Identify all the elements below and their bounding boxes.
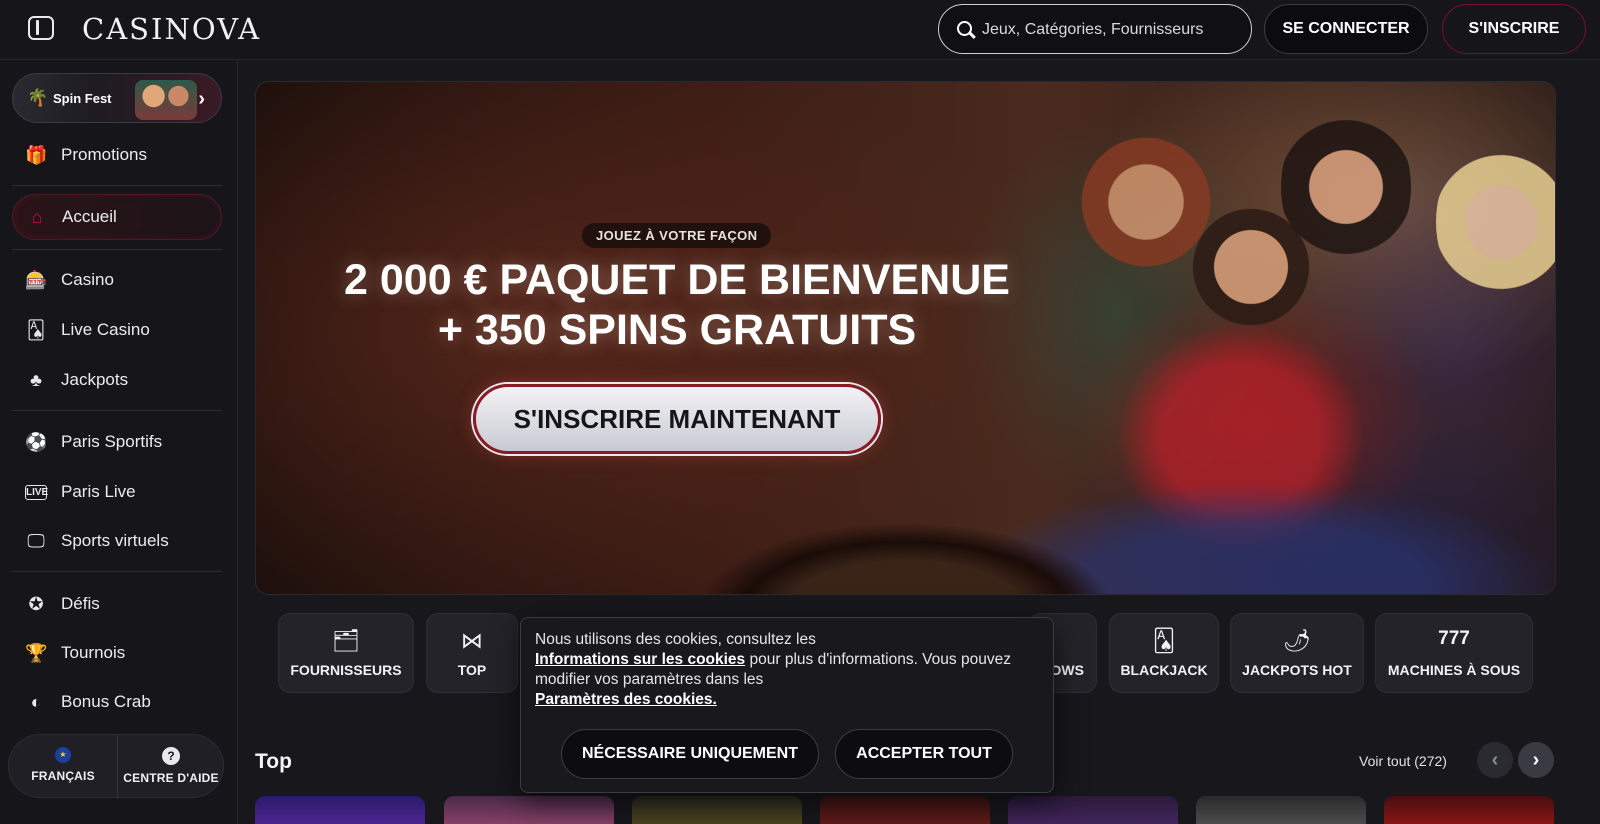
sidebar-item-label: Casino [61,270,114,289]
language-selector[interactable]: ★ FRANÇAIS [9,735,117,799]
top-header: CASINOVA Jeux, Catégories, Fournisseurs … [0,0,1600,60]
bow-tie-icon: ⋈ [461,628,483,653]
virtual-sports-icon: 🖵 [27,530,45,551]
casinova-logo[interactable]: CASINOVA [82,12,261,46]
777-icon: 777 [1438,628,1470,649]
sidebar-item-label: Live Casino [61,320,150,339]
sidebar-item-tournois[interactable]: 🏆 Tournois [12,630,222,676]
sidebar-item-paris-sportifs[interactable]: ⚽ Paris Sportifs [12,419,222,465]
hot-pepper-icon: 🌶 [1283,628,1311,653]
sidebar-item-label: Tournois [61,643,126,662]
category-fournisseurs[interactable]: 🗂 FOURNISSEURS [278,613,414,693]
category-label: MACHINES À SOUS [1387,662,1521,678]
sidebar-divider [12,410,222,411]
game-thumbnail[interactable] [255,796,425,824]
cookie-text: Nous utilisons des cookies, consultez le… [535,630,1015,710]
gift-icon: 🎁 [25,144,48,165]
spinfest-label: Spin Fest [53,91,112,106]
soccer-ball-icon: ⚽ [25,431,48,452]
home-icon: ⌂ [31,206,43,227]
accept-all-button[interactable]: ACCEPTER TOUT [835,729,1013,779]
hero-title-line1: 2 000 € PAQUET DE BIENVENUE [344,256,1010,304]
sidebar-item-accueil[interactable]: ⌂ Accueil [12,194,222,240]
language-help-box: ★ FRANÇAIS ? CENTRE D'AIDE [8,734,225,799]
sidebar-toggle-icon[interactable] [28,16,54,40]
spinfest-promo-button[interactable]: 🌴 Spin Fest › [12,73,222,123]
chevron-left-icon[interactable]: ‹ [1477,742,1513,778]
necessary-only-button[interactable]: NÉCESSAIRE UNIQUEMENT [561,729,819,779]
sidebar: 🌴 Spin Fest › 🎁 Promotions ⌂ Accueil 🎰 C… [0,60,238,824]
register-now-button[interactable]: S'INSCRIRE MAINTENANT [473,384,881,454]
game-thumbnail[interactable] [820,796,990,824]
sidebar-item-label: Jackpots [61,370,129,389]
cookie-info-link[interactable]: Informations sur les cookies [535,651,745,668]
trophy-icon: 🏆 [25,642,48,663]
question-mark-icon: ? [162,747,180,765]
hero-figure [1436,137,1555,307]
chevron-right-icon: › [198,88,205,110]
see-all-link[interactable]: Voir tout (272) [1359,753,1447,769]
help-center-button[interactable]: ? CENTRE D'AIDE [117,735,225,799]
providers-icon: 🗂 [332,628,360,653]
medal-icon: ✪ [28,593,44,614]
login-button[interactable]: SE CONNECTER [1264,4,1428,54]
sidebar-item-label: Paris Live [61,482,136,501]
game-thumbnail[interactable] [444,796,614,824]
slot-machine-icon: 🎰 [25,269,48,290]
cards-icon: 🂡 [1152,628,1176,653]
category-top[interactable]: ⋈ TOP [426,613,518,693]
sidebar-divider [12,571,222,572]
search-icon [957,21,972,36]
clover-icon: ♣ [30,369,42,390]
section-title-top: Top [255,750,292,773]
cookie-settings-link[interactable]: Paramètres des cookies. [535,691,717,708]
crab-icon: ◐ [30,691,42,712]
category-label: JACKPOTS HOT [1242,662,1352,678]
cookie-consent-dialog: Nous utilisons des cookies, consultez le… [520,617,1054,793]
hero-title-line2: + 350 SPINS GRATUITS [437,306,917,354]
sidebar-item-paris-live[interactable]: LIVE Paris Live [12,469,222,515]
sidebar-item-sports-virtuels[interactable]: 🖵 Sports virtuels [12,518,222,564]
live-casino-icon: 🂡 [26,319,46,340]
sidebar-item-jackpots[interactable]: ♣ Jackpots [12,357,222,403]
cookie-text-part: Nous utilisons des cookies, consultez le… [535,631,816,648]
sidebar-item-bonus-crab[interactable]: ◐ Bonus Crab [12,679,222,725]
sidebar-item-live-casino[interactable]: 🂡 Live Casino [12,307,222,353]
sidebar-item-promotions[interactable]: 🎁 Promotions [12,132,222,178]
sidebar-divider [12,185,222,186]
eu-flag-icon: ★ [55,747,71,763]
live-badge-icon: LIVE [25,484,49,500]
palm-tree-icon: 🌴 [27,88,49,107]
sidebar-item-label: Bonus Crab [61,692,151,711]
category-blackjack[interactable]: 🂡 BLACKJACK [1109,613,1219,693]
hero-tag: JOUEZ À VOTRE FAÇON [582,223,772,248]
sidebar-item-label: Promotions [61,145,147,164]
category-label: TOP [457,662,487,678]
category-jackpots-hot[interactable]: 🌶 JACKPOTS HOT [1230,613,1364,693]
search-placeholder: Jeux, Catégories, Fournisseurs [982,21,1204,38]
hero-banner[interactable]: JOUEZ À VOTRE FAÇON 2 000 € PAQUET DE BI… [255,81,1556,595]
game-thumbnail[interactable] [1008,796,1178,824]
signup-button[interactable]: S'INSCRIRE [1442,4,1586,54]
game-thumbnail[interactable] [632,796,802,824]
game-thumbnail[interactable] [1196,796,1366,824]
sidebar-item-label: Accueil [62,207,117,226]
category-label: FOURNISSEURS [290,662,402,678]
help-center-label: CENTRE D'AIDE [123,771,219,785]
sidebar-item-label: Défis [61,594,100,613]
sidebar-divider [12,249,222,250]
chevron-right-icon[interactable]: › [1518,742,1554,778]
category-label: BLACKJACK [1120,662,1208,678]
game-thumbnail[interactable] [1384,796,1554,824]
sidebar-item-defis[interactable]: ✪ Défis [12,581,222,627]
search-input[interactable]: Jeux, Catégories, Fournisseurs [938,4,1252,54]
hero-figure [1281,102,1411,272]
sidebar-item-casino[interactable]: 🎰 Casino [12,257,222,303]
category-machines-a-sous[interactable]: 777 MACHINES À SOUS [1375,613,1533,693]
sidebar-item-label: Sports virtuels [61,531,169,550]
sidebar-item-label: Paris Sportifs [61,432,163,451]
language-label: FRANÇAIS [31,769,95,783]
spinfest-illustration [135,80,197,120]
